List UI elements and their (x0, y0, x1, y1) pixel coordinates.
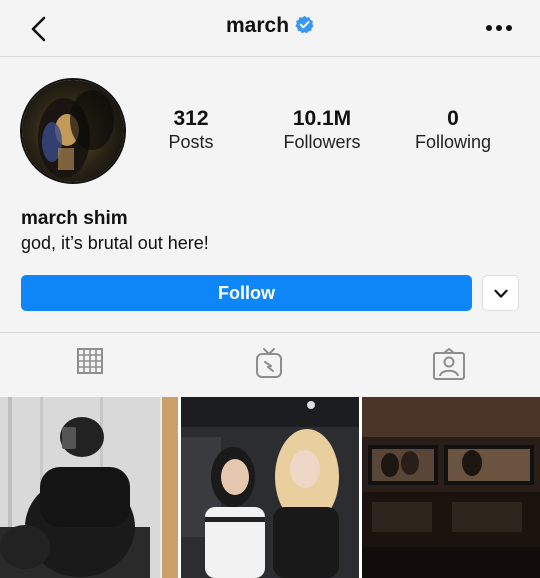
avatar[interactable] (20, 78, 126, 184)
follow-button[interactable]: Follow (21, 275, 472, 311)
post-thumbnail[interactable] (0, 397, 178, 578)
grid-icon (77, 348, 103, 374)
tab-posts-grid[interactable] (0, 334, 180, 396)
following-stat[interactable]: 0 Following (403, 108, 503, 154)
posts-count: 312 (173, 107, 209, 130)
top-bar: march (0, 0, 540, 57)
profile-tabs (0, 334, 540, 396)
posts-stat[interactable]: 312 Posts (150, 108, 232, 154)
chevron-down-icon (494, 289, 508, 298)
tagged-icon (433, 348, 465, 380)
post-image (0, 397, 178, 578)
display-name: march shim (21, 208, 128, 229)
post-image (362, 397, 540, 578)
avatar-image (22, 80, 124, 182)
post-image (181, 397, 359, 578)
username: march (225, 14, 290, 37)
posts-label: Posts (168, 132, 214, 152)
tab-tagged[interactable] (360, 334, 540, 396)
verified-badge-icon (295, 15, 314, 34)
igtv-icon (256, 348, 282, 378)
post-grid (0, 397, 540, 578)
following-label: Following (414, 132, 492, 152)
profile-section: 312 Posts 10.1M Followers 0 Following ma… (0, 58, 540, 333)
profile-header: march (0, 14, 540, 38)
tab-igtv[interactable] (180, 334, 360, 396)
followers-stat[interactable]: 10.1M Followers (262, 108, 382, 154)
more-options-button[interactable] (484, 14, 514, 42)
bio-text: god, it’s brutal out here! (21, 233, 209, 253)
followers-label: Followers (283, 132, 361, 152)
post-thumbnail[interactable] (181, 397, 359, 578)
post-thumbnail[interactable] (362, 397, 540, 578)
suggested-accounts-dropdown-button[interactable] (482, 275, 519, 311)
following-count: 0 (447, 107, 459, 130)
more-horizontal-icon (486, 25, 512, 31)
followers-count: 10.1M (292, 107, 352, 130)
